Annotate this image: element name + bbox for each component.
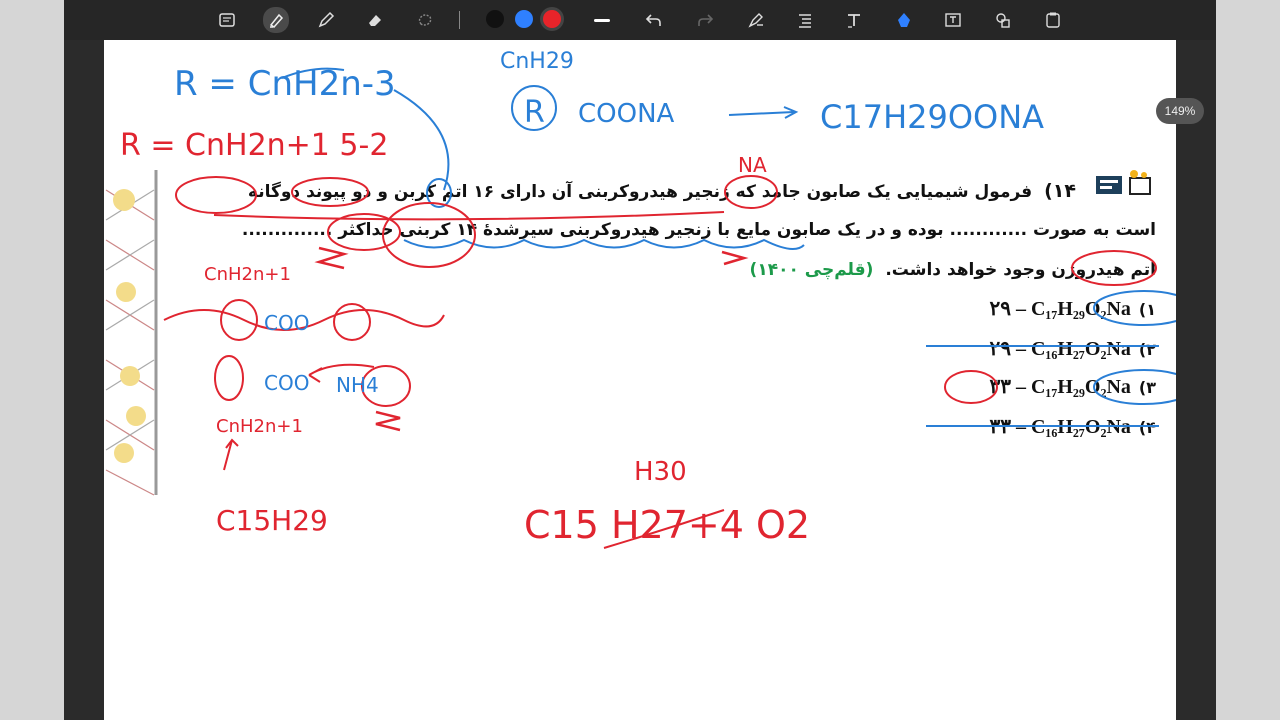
blue-product: C17H29OONA — [820, 98, 1044, 136]
redo-icon[interactable] — [693, 8, 717, 32]
question-text-3: اتم هیدروژن وجود خواهد داشت. — [885, 260, 1156, 280]
undo-icon[interactable] — [642, 8, 666, 32]
note-page[interactable]: ۱۴) فرمول شیمیایی یک صابون جامد که زنجیر… — [104, 40, 1176, 720]
toolbar-separator — [459, 11, 460, 29]
red-r-formula: R = CnH2n+1 5-2 — [120, 128, 388, 163]
blue-r-formula: R = CnH2n-3 — [174, 64, 396, 104]
option-4-number: ۴) — [1138, 418, 1156, 437]
text-list-icon[interactable] — [793, 8, 817, 32]
app-window: ۱۴) فرمول شیمیایی یک صابون جامد که زنجیر… — [64, 0, 1216, 720]
question-line-3: اتم هیدروژن وجود خواهد داشت. (قلم‌چی ۱۴۰… — [750, 260, 1156, 280]
question-number: ۱۴) — [1044, 180, 1076, 202]
red-cn2: CnH2n+1 — [216, 416, 303, 437]
color-black-swatch[interactable] — [486, 10, 504, 28]
option-2-text: ۲۹ – C₁₆H₂₇O₂Na — [989, 338, 1131, 360]
red-c15-formula: C15H29 — [216, 504, 328, 537]
question-text-1: فرمول شیمیایی یک صابون جامد که زنجیر هید… — [247, 182, 1033, 202]
question-line-2: است به صورت ............ بوده و در یک صا… — [241, 220, 1156, 240]
option-2-number: ۲) — [1138, 340, 1156, 359]
shape-fill-icon[interactable] — [892, 8, 916, 32]
red-cn1: CnH2n+1 — [204, 264, 291, 285]
blue-r-letter: R — [524, 95, 545, 130]
option-4-text: ۳۳ – C₁₆H₂₇O₂Na — [989, 416, 1131, 438]
text-icon[interactable] — [842, 8, 866, 32]
shapes-icon[interactable] — [991, 8, 1015, 32]
blue-center-formula: CnH29 — [500, 49, 574, 74]
eraser-icon[interactable] — [363, 8, 387, 32]
left-background — [0, 0, 64, 720]
option-4[interactable]: ۴) ۳۳ – C₁₆H₂₇O₂Na — [989, 414, 1156, 439]
toolbar — [64, 0, 1216, 40]
red-coo: COO — [264, 311, 309, 335]
scrollbar[interactable] — [1176, 40, 1216, 720]
option-1[interactable]: ۱) ۲۹ – C₁₇H₂₉O₂Na — [989, 296, 1156, 321]
lasso-icon[interactable] — [413, 8, 437, 32]
right-background — [1216, 0, 1280, 720]
highlighter-icon[interactable] — [263, 7, 289, 33]
red-h-count: H30 — [634, 457, 687, 487]
red-final-formula: C15 H27+4 O2 — [524, 503, 810, 547]
red-na: NA — [738, 153, 767, 177]
zoom-indicator[interactable]: 149% — [1156, 98, 1204, 124]
option-1-text: ۲۹ – C₁₇H₂₉O₂Na — [989, 298, 1131, 320]
ruler-pen-icon[interactable] — [744, 8, 768, 32]
line-width-icon[interactable] — [590, 8, 614, 32]
blue-coona: COONA — [578, 99, 675, 129]
option-3-number: ۳) — [1138, 378, 1156, 397]
option-3[interactable]: ۳) ۳۳ – C₁₇H₂₉O₂Na — [989, 374, 1156, 399]
color-red-swatch[interactable] — [543, 10, 561, 28]
micelle-illustration — [105, 170, 158, 496]
page-view-icon[interactable] — [215, 8, 239, 32]
question-line-1: ۱۴) فرمول شیمیایی یک صابون جامد که زنجیر… — [248, 180, 1076, 202]
blue-ink — [281, 67, 1176, 427]
color-blue-swatch[interactable] — [515, 10, 533, 28]
red-nh: NH4 — [336, 373, 379, 397]
publisher-logo — [1096, 170, 1151, 195]
pen-icon[interactable] — [314, 8, 338, 32]
option-2[interactable]: ۲) ۲۹ – C₁₆H₂₇O₂Na — [989, 336, 1156, 361]
clipboard-icon[interactable] — [1041, 8, 1065, 32]
red-coo2: COO — [264, 371, 309, 395]
text-box-icon[interactable] — [941, 8, 965, 32]
question-source: (قلم‌چی ۱۴۰۰) — [749, 260, 874, 280]
option-3-text: ۳۳ – C₁₇H₂₉O₂Na — [989, 376, 1131, 398]
option-1-number: ۱) — [1138, 300, 1156, 319]
